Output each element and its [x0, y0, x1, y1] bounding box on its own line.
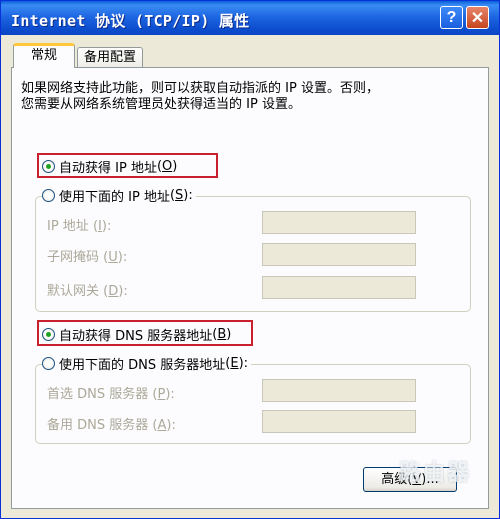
radio-manual-ip-label: 使用下面的 IP 地址 — [59, 190, 170, 205]
radio-auto-dns[interactable]: 自动获得 DNS 服务器地址 (B) — [42, 325, 232, 344]
window-title: Internet 协议 (TCP/IP) 属性 — [11, 12, 250, 30]
radio-manual-ip[interactable]: 使用下面的 IP 地址 (S): — [42, 186, 196, 205]
close-button[interactable]: ✕ — [466, 6, 489, 29]
ip-address-label: IP 地址 (I): — [47, 219, 112, 234]
subnet-mask-label: 子网掩码 (U): — [47, 250, 128, 265]
default-gateway-label: 默认网关 (D): — [47, 284, 128, 299]
access-key-e: E — [230, 356, 239, 371]
preferred-dns-input[interactable] — [262, 379, 416, 402]
description-text: 如果网络支持此功能，则可以获取自动指派的 IP 设置。否则， 您需要从网络系统管… — [21, 81, 379, 112]
radio-auto-ip[interactable]: 自动获得 IP 地址 (O) — [42, 157, 178, 176]
radio-checked-icon — [42, 328, 55, 341]
access-key-b: B — [217, 327, 227, 342]
default-gateway-input[interactable] — [262, 276, 416, 299]
help-button[interactable]: ? — [440, 6, 463, 29]
tcpip-properties-dialog: Internet 协议 (TCP/IP) 属性 ? ✕ 常规 备用配置 如果网络… — [0, 0, 500, 519]
subnet-mask-input[interactable] — [262, 243, 416, 266]
tab-general[interactable]: 常规 — [13, 43, 75, 68]
alternate-dns-input[interactable] — [262, 410, 416, 433]
alternate-dns-label: 备用 DNS 服务器 (A): — [47, 418, 176, 433]
radio-manual-dns[interactable]: 使用下面的 DNS 服务器地址 (E): — [42, 354, 252, 373]
radio-auto-ip-label: 自动获得 IP 地址 — [59, 161, 157, 176]
radio-auto-dns-label: 自动获得 DNS 服务器地址 — [59, 329, 213, 344]
preferred-dns-label: 首选 DNS 服务器 (P): — [47, 387, 175, 402]
ip-address-input[interactable] — [262, 211, 416, 234]
access-key-o: O — [162, 159, 173, 174]
watermark: 路由器 — [399, 461, 472, 486]
question-mark-icon: ? — [446, 8, 457, 26]
radio-checked-icon — [42, 160, 55, 173]
access-key-s: S — [175, 188, 184, 203]
radio-unchecked-icon — [42, 189, 55, 202]
radio-manual-dns-label: 使用下面的 DNS 服务器地址 — [59, 358, 226, 373]
title-bar[interactable]: Internet 协议 (TCP/IP) 属性 ? ✕ — [1, 1, 499, 35]
tab-alternate-config[interactable]: 备用配置 — [77, 47, 143, 69]
close-icon: ✕ — [470, 9, 485, 27]
radio-unchecked-icon — [42, 357, 55, 370]
